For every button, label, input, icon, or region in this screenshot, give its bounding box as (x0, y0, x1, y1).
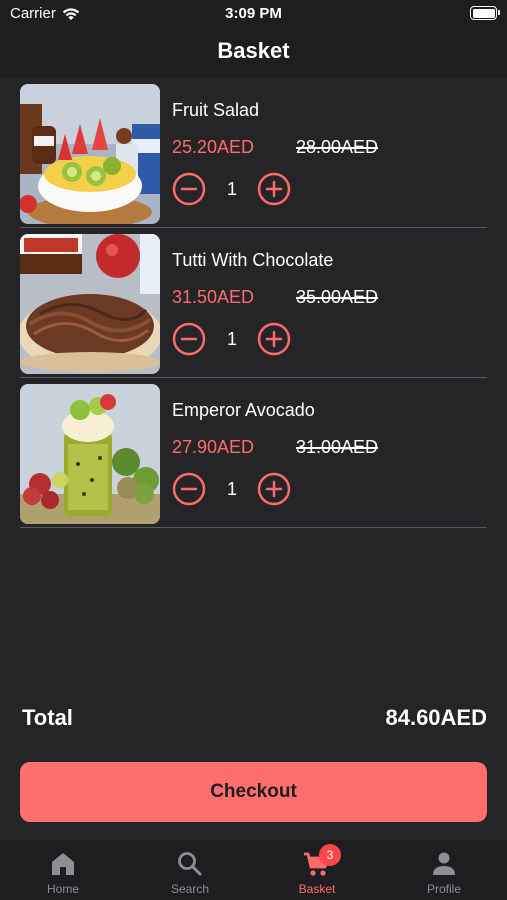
minus-circle-icon[interactable] (172, 172, 206, 206)
item-quantity: 1 (226, 179, 237, 199)
product-image-emperor-avocado (20, 384, 160, 524)
tab-search[interactable]: Search (127, 840, 253, 900)
item-old-price: 31.00AED (296, 437, 379, 457)
person-icon (433, 852, 455, 875)
total-label: Total (22, 705, 73, 730)
tab-label: Home (46, 882, 79, 896)
item-quantity: 1 (226, 329, 237, 349)
page-title: Basket (217, 38, 290, 63)
battery-icon (470, 6, 500, 20)
home-icon (52, 853, 74, 875)
total-value: 84.60AED (385, 705, 487, 730)
basket-item: Emperor Avocado 27.90AED 31.00AED 1 (20, 378, 487, 528)
item-name: Tutti With Chocolate (172, 250, 334, 270)
search-icon (178, 852, 202, 876)
plus-circle-icon[interactable] (257, 472, 291, 506)
clock: 3:09 PM (225, 5, 282, 22)
item-old-price: 28.00AED (296, 137, 379, 157)
product-image-fruit-salad (20, 84, 160, 224)
basket-item: Fruit Salad 25.20AED 28.00AED 1 (20, 78, 487, 228)
plus-circle-icon[interactable] (257, 322, 291, 356)
cart-icon-wrap: 3 (302, 844, 341, 878)
cart-count-badge: 3 (319, 844, 341, 866)
checkout-button[interactable]: Checkout (20, 762, 487, 822)
item-name: Emperor Avocado (172, 400, 315, 420)
nav-bar: Basket (0, 28, 507, 78)
tab-home[interactable]: Home (0, 840, 126, 900)
basket-item: Tutti With Chocolate 31.50AED 35.00AED 1 (20, 228, 487, 378)
tab-label: Basket (298, 882, 336, 896)
tab-basket[interactable]: 3 Basket (254, 840, 380, 900)
tab-profile[interactable]: Profile (381, 840, 507, 900)
item-price: 27.90AED (172, 437, 255, 457)
minus-circle-icon[interactable] (172, 472, 206, 506)
tab-label: Profile (426, 882, 461, 896)
product-image-tutti-chocolate (20, 234, 160, 374)
status-bar: Carrier 3:09 PM (0, 0, 507, 28)
minus-circle-icon[interactable] (172, 322, 206, 356)
item-old-price: 35.00AED (296, 287, 379, 307)
plus-circle-icon[interactable] (257, 172, 291, 206)
item-price: 31.50AED (172, 287, 255, 307)
item-price: 25.20AED (172, 137, 255, 157)
item-name: Fruit Salad (172, 100, 260, 120)
item-quantity: 1 (226, 479, 237, 499)
tab-bar: Home Search 3 Basket Profile (0, 840, 507, 900)
tab-label: Search (170, 882, 210, 896)
